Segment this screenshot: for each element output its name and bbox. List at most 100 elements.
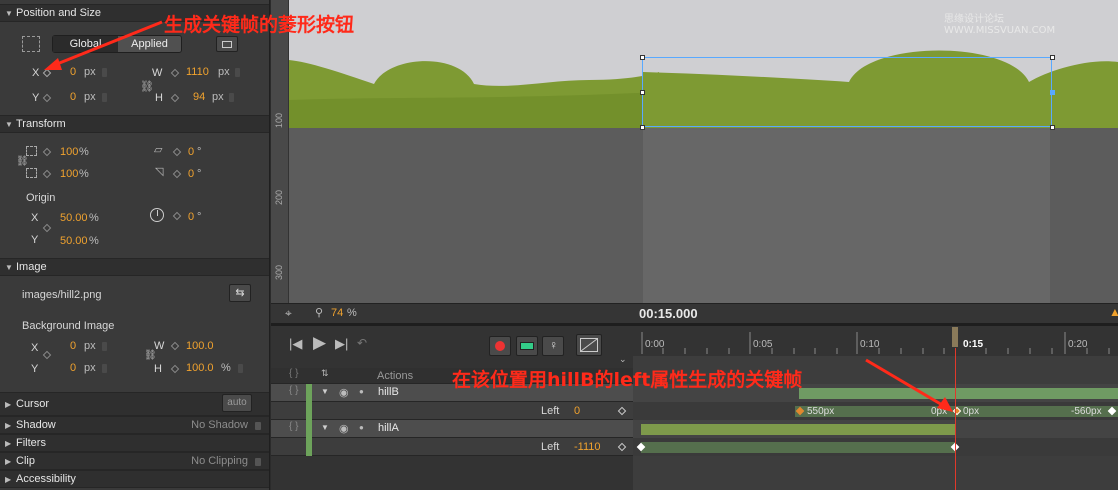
expand-icon[interactable]: ▶ <box>5 417 11 434</box>
collapse-icon[interactable]: ▼ <box>321 423 329 432</box>
bg-h-lock-icon[interactable] <box>238 364 243 373</box>
h-lock-icon[interactable] <box>229 93 234 102</box>
w-lock-icon[interactable] <box>235 68 240 77</box>
layer-name[interactable]: hillA <box>378 422 399 434</box>
global-toggle-button[interactable]: Global <box>53 36 118 52</box>
current-time[interactable]: 00:15.000 <box>639 306 698 321</box>
section-shadow[interactable]: ▶ Shadow No Shadow <box>0 416 269 434</box>
stage-canvas[interactable]: 100 200 300 <box>271 0 1118 303</box>
cursor-auto-button[interactable]: auto <box>222 394 252 412</box>
lock-dot-icon[interactable]: ● <box>359 423 364 432</box>
sort-icon[interactable]: ⇅ <box>321 368 329 379</box>
hillb-animation-bar[interactable] <box>799 388 1118 399</box>
swap-image-button[interactable]: ⇆ <box>229 284 251 302</box>
rotation-keyframe-diamond-button[interactable] <box>172 211 182 221</box>
link-scale-icon[interactable]: ⛓ <box>16 156 29 167</box>
section-accessibility[interactable]: ▶ Accessibility <box>0 470 269 488</box>
origin-y-input[interactable]: 50.00 <box>60 235 88 247</box>
property-value[interactable]: 0 <box>574 405 580 417</box>
playhead-line[interactable] <box>955 348 956 490</box>
rotation-dial-icon[interactable] <box>150 208 164 222</box>
loop-icon[interactable]: ↶ <box>357 336 367 350</box>
resize-handle[interactable] <box>1050 55 1055 60</box>
bg-link-icon[interactable]: ⛓ <box>144 350 157 361</box>
warning-icon[interactable]: ▲ <box>1109 305 1118 319</box>
auto-transition-button[interactable] <box>516 336 538 356</box>
collapse-icon[interactable]: ▼ <box>5 5 13 22</box>
selection-box[interactable] <box>642 57 1052 127</box>
play-icon[interactable]: ▶ <box>313 333 326 353</box>
bg-h-keyframe-diamond-button[interactable] <box>170 364 180 374</box>
scale-x-input[interactable]: 100 <box>60 146 78 158</box>
expand-icon[interactable]: ▶ <box>5 471 11 488</box>
resize-handle[interactable] <box>640 55 645 60</box>
playhead-handle[interactable] <box>951 326 959 348</box>
resize-handle[interactable] <box>640 90 645 95</box>
y-keyframe-diamond-button[interactable] <box>42 93 52 103</box>
resize-handle[interactable] <box>640 125 645 130</box>
x-value-input[interactable]: 0 <box>70 66 76 78</box>
zoom-icon[interactable]: ⚲ <box>315 306 323 319</box>
left-transition-bar[interactable] <box>641 442 955 453</box>
skew-y-input[interactable]: 0 <box>188 168 194 180</box>
auto-keyframe-button[interactable] <box>489 336 511 356</box>
eye-icon[interactable]: ◉ <box>339 422 349 435</box>
collapse-icon[interactable]: ▶ <box>5 393 11 416</box>
layer-name[interactable]: hillB <box>378 386 399 398</box>
section-filters[interactable]: ▶ Filters <box>0 434 269 452</box>
zoom-value[interactable]: 74 <box>331 307 343 319</box>
easing-button[interactable] <box>576 334 602 356</box>
y-value-input[interactable]: 0 <box>70 91 76 103</box>
clip-lock-icon[interactable] <box>255 458 261 466</box>
bg-x-lock-icon[interactable] <box>102 342 107 351</box>
x-keyframe-diamond-button[interactable] <box>42 68 52 78</box>
y-lock-icon[interactable] <box>102 93 107 102</box>
options-icon[interactable]: ⌄ <box>619 354 627 365</box>
collapse-icon[interactable]: ▼ <box>321 387 329 396</box>
go-to-start-icon[interactable]: |◀ <box>289 336 302 352</box>
collapse-icon[interactable]: ▼ <box>5 116 13 133</box>
origin-keyframe-diamond-button[interactable] <box>42 223 52 233</box>
expand-icon[interactable]: ▶ <box>5 453 11 470</box>
hilla-animation-bar[interactable] <box>641 424 955 435</box>
time-ruler[interactable]: 0:00 0:05 0:10 0:15 0:20 <box>633 326 1118 356</box>
property-row-hillb-left[interactable]: Left 0 <box>271 402 633 420</box>
applied-toggle-button[interactable]: Applied <box>118 36 181 52</box>
x-lock-icon[interactable] <box>102 68 107 77</box>
image-path[interactable]: images/hill2.png <box>22 289 102 301</box>
resize-handle[interactable] <box>1050 90 1055 95</box>
crosshair-icon[interactable]: ⌖ <box>285 306 292 321</box>
skew-y-keyframe-diamond-button[interactable] <box>172 169 182 179</box>
w-value-input[interactable]: 1110 <box>186 66 209 78</box>
skew-keyframe-diamond-button[interactable] <box>172 147 182 157</box>
scale-x-keyframe-diamond-button[interactable] <box>42 147 52 157</box>
bg-x-input[interactable]: 0 <box>70 340 76 352</box>
rotation-input[interactable]: 0 <box>188 211 194 223</box>
section-transform[interactable]: ▼ Transform <box>0 115 269 133</box>
section-clip[interactable]: ▶ Clip No Clipping <box>0 452 269 470</box>
vertical-ruler[interactable]: 100 200 300 <box>271 0 289 303</box>
bg-y-lock-icon[interactable] <box>102 364 107 373</box>
link-size-icon[interactable]: ⛓ <box>140 80 154 93</box>
h-keyframe-diamond-button[interactable] <box>170 93 180 103</box>
bg-w-input[interactable]: 100.0 <box>186 340 214 352</box>
property-row-hilla-left[interactable]: Left -1110 <box>271 438 633 456</box>
collapse-icon[interactable]: ▼ <box>5 259 13 276</box>
lock-dot-icon[interactable]: ● <box>359 387 364 396</box>
h-value-input[interactable]: 94 <box>193 91 205 103</box>
w-keyframe-diamond-button[interactable] <box>170 68 180 78</box>
section-image[interactable]: ▼ Image <box>0 258 269 276</box>
bg-h-input[interactable]: 100.0 <box>186 362 214 374</box>
shadow-lock-icon[interactable] <box>255 422 261 430</box>
add-keyframe-button[interactable] <box>617 442 627 452</box>
bg-x-keyframe-diamond-button[interactable] <box>42 350 52 360</box>
go-to-end-icon[interactable]: ▶| <box>335 336 348 352</box>
scale-y-keyframe-diamond-button[interactable] <box>42 169 52 179</box>
timeline-tracks[interactable]: 0:00 0:05 0:10 0:15 0:20 550px 0px 0px -… <box>633 326 1118 490</box>
align-grid-icon[interactable] <box>22 36 40 52</box>
origin-x-input[interactable]: 50.00 <box>60 212 88 224</box>
eye-icon[interactable]: ◉ <box>339 386 349 399</box>
transform-menu-button[interactable] <box>216 36 238 52</box>
expand-icon[interactable]: ▶ <box>5 435 11 452</box>
add-keyframe-button[interactable] <box>617 406 627 416</box>
